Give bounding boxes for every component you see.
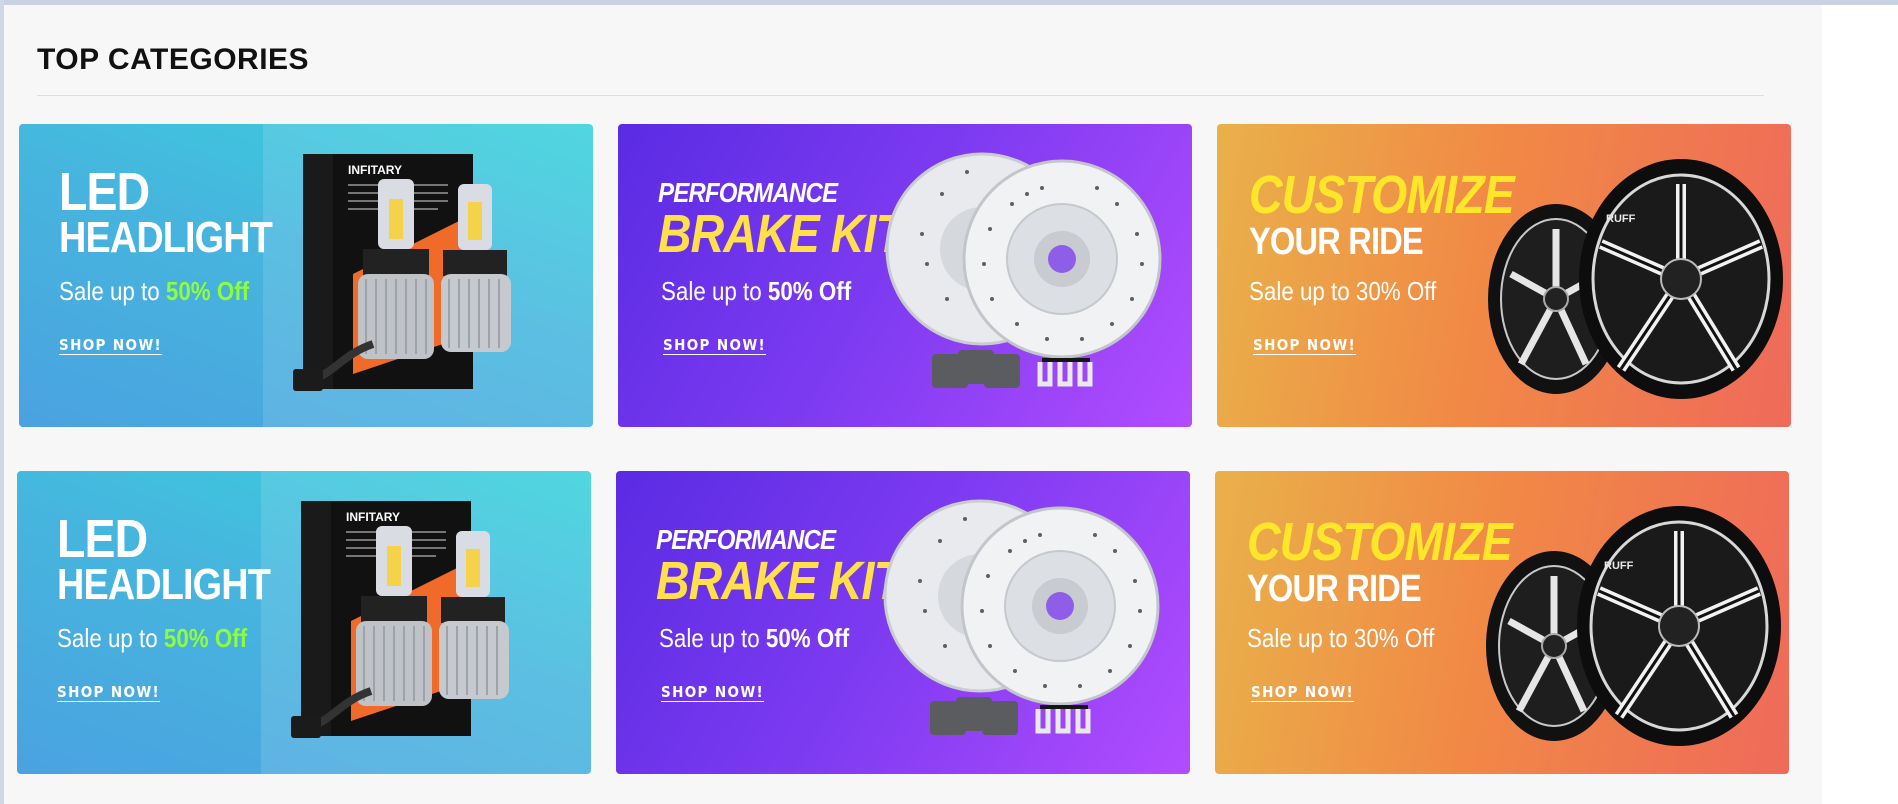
banner-customize-your-ride[interactable]: CUSTOMIZE YOUR RIDE Sale up to 30% Off S… [1217,124,1791,427]
custom-wheels-product-image: RUFF [1486,506,1781,746]
banner-headline-secondary: HEADLIGHT [59,213,273,262]
banner-headline: PERFORMANCE [656,524,836,555]
sale-value: 50% Off [765,623,850,653]
banner-led-headlight[interactable]: LED HEADLIGHT Sale up to 50% Off SHOP NO… [17,471,591,774]
custom-wheels-product-image: RUFF [1488,159,1783,399]
sale-value: 30% Off [1355,276,1437,306]
sale-value: 50% Off [163,623,248,653]
banner-sale-text: Sale up to 50% Off [661,276,851,307]
shop-now-link[interactable]: SHOP NOW! [661,683,764,701]
shop-now-link[interactable]: SHOP NOW! [59,336,162,354]
sale-prefix: Sale up to [1249,276,1350,306]
sale-prefix: Sale up to [59,276,160,306]
banner-headline-secondary: HEADLIGHT [57,560,271,609]
banner-sale-text: Sale up to 30% Off [1247,623,1434,654]
sale-prefix: Sale up to [1247,623,1348,653]
box-brand: INFITARY [348,163,402,177]
sale-prefix: Sale up to [57,623,158,653]
banner-brake-kits[interactable]: PERFORMANCE BRAKE KITS Sale up to 50% Of… [616,471,1190,774]
shop-now-link[interactable]: SHOP NOW! [1251,683,1354,701]
box-brand: INFITARY [346,510,400,524]
shop-now-link[interactable]: SHOP NOW! [57,683,160,701]
banner-headline: LED [57,509,148,569]
banner-headline: PERFORMANCE [658,177,838,208]
banner-headline-secondary: YOUR RIDE [1249,221,1424,263]
shop-now-link[interactable]: SHOP NOW! [663,336,766,354]
section-divider [37,95,1764,96]
banner-sale-text: Sale up to 50% Off [659,623,849,654]
banner-headline: LED [59,162,150,222]
section-title: TOP CATEGORIES [37,43,310,76]
sale-value: 50% Off [767,276,852,306]
sale-prefix: Sale up to [661,276,762,306]
wheel-brand: RUFF [1606,213,1636,225]
wheel-brand: RUFF [1604,560,1634,572]
shop-now-link[interactable]: SHOP NOW! [1253,336,1356,354]
brake-rotor-product-image [883,499,1160,735]
sale-prefix: Sale up to [659,623,760,653]
brake-rotor-product-image [885,152,1162,388]
banner-sale-text: Sale up to 30% Off [1249,276,1436,307]
banner-led-headlight[interactable]: LED HEADLIGHT Sale up to 50% Off SHOP NO… [19,124,593,427]
banner-brake-kits[interactable]: PERFORMANCE BRAKE KITS Sale up to 50% Of… [618,124,1192,427]
banner-headline-secondary: YOUR RIDE [1247,568,1422,610]
led-headlight-product-image: INFITARY [261,471,591,774]
sale-value: 30% Off [1353,623,1435,653]
banner-sale-text: Sale up to 50% Off [57,623,247,654]
led-headlight-product-image: INFITARY [263,124,593,427]
banner-sale-text: Sale up to 50% Off [59,276,249,307]
sale-value: 50% Off [165,276,250,306]
banner-customize-your-ride[interactable]: CUSTOMIZE YOUR RIDE Sale up to 30% Off S… [1215,471,1789,774]
